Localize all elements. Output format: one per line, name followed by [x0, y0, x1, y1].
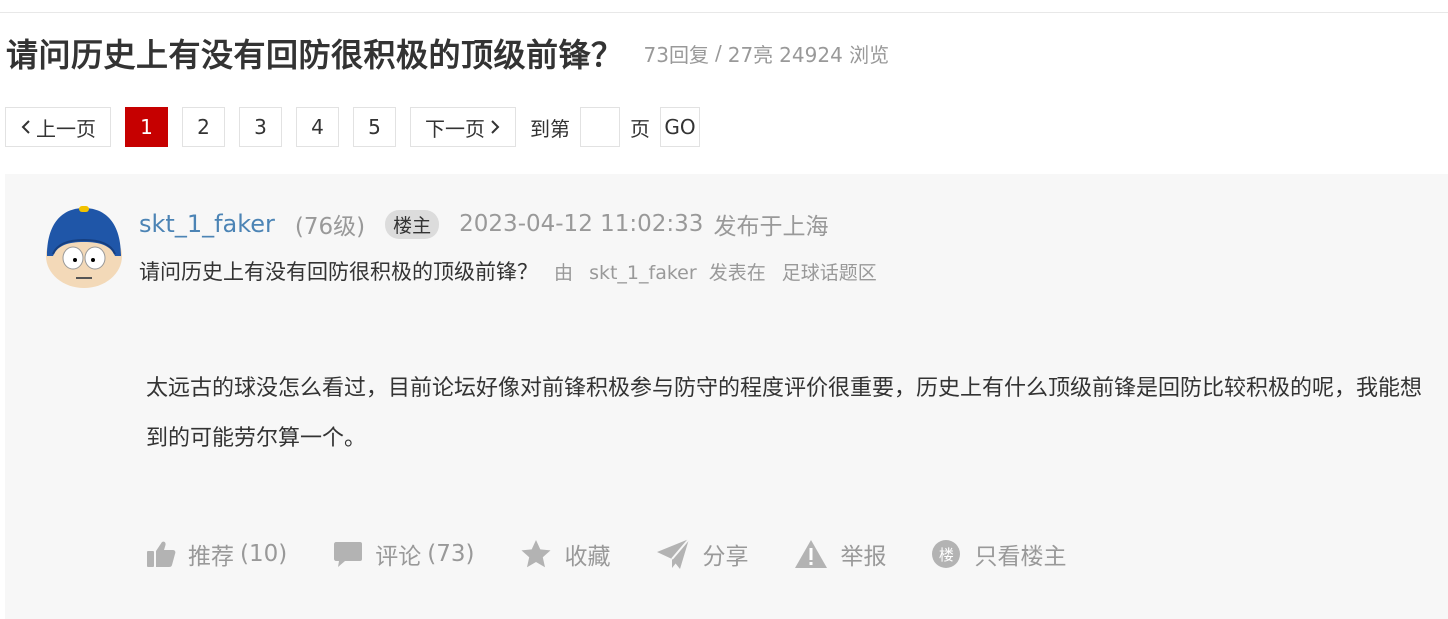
share-label: 分享	[702, 544, 749, 570]
op-only-button[interactable]: 楼 只看楼主	[932, 537, 1066, 571]
comment-label: 评论	[375, 544, 422, 570]
star-icon	[521, 540, 551, 568]
report-button[interactable]: 举报	[794, 537, 886, 571]
post-location: 发布于上海	[713, 214, 829, 240]
share-button[interactable]: 分享	[656, 537, 748, 571]
prev-page-label: 上一页	[36, 116, 96, 141]
page-number-input[interactable]	[580, 107, 620, 147]
favorite-button[interactable]: 收藏	[520, 537, 610, 571]
chevron-left-icon	[21, 120, 30, 134]
warning-icon	[795, 540, 828, 568]
thread-stats: 73回复 / 27亮 24924 浏览	[644, 39, 890, 68]
recommend-count: (10)	[240, 541, 288, 567]
posted-in-label: 发表在	[708, 261, 766, 284]
post-subtitle: 请问历史上有没有回防很积极的顶级前锋？	[139, 260, 538, 284]
favorite-label: 收藏	[564, 544, 611, 570]
recommend-label: 推荐	[188, 544, 234, 570]
thread-header: 请问历史上有没有回防很积极的顶级前锋？ 73回复 / 27亮 24924 浏览	[6, 28, 889, 78]
author-level: (76级)	[294, 214, 366, 240]
page-3-button[interactable]: 3	[239, 107, 282, 147]
share-icon	[657, 538, 691, 569]
post-meta: skt_1_faker (76级) 楼主 2023-04-12 11:02:33…	[139, 206, 828, 242]
comment-button[interactable]: 评论 (73)	[333, 537, 474, 571]
post-content: 太远古的球没怎么看过，目前论坛好像对前锋积极参与防守的程度评价很重要，历史上有什…	[146, 376, 1423, 451]
post-actions: 推荐 (10) 评论 (73) 收藏 分享 举报 楼 只看楼主	[146, 534, 1112, 574]
page-unit-label: 页	[630, 116, 650, 141]
chevron-right-icon	[491, 120, 500, 134]
view-count: 24924 浏览	[779, 42, 890, 67]
post-subheader: 请问历史上有没有回防很积极的顶级前锋？ 由 skt_1_faker 发表在 足球…	[139, 256, 887, 286]
op-badge: 楼主	[385, 209, 440, 239]
stats-separator: /	[714, 41, 722, 65]
post-panel: skt_1_faker (76级) 楼主 2023-04-12 11:02:33…	[5, 174, 1448, 619]
by-label: 由	[554, 261, 574, 284]
report-label: 举报	[840, 544, 887, 570]
reply-count: 73回复	[643, 42, 709, 67]
top-divider	[0, 12, 1448, 13]
thread-title: 请问历史上有没有回防很积极的顶级前锋？	[6, 36, 624, 74]
page-5-button[interactable]: 5	[353, 107, 396, 147]
prev-page-button[interactable]: 上一页	[5, 107, 111, 147]
page-1-button[interactable]: 1	[125, 107, 168, 147]
op-only-label: 只看楼主	[974, 544, 1067, 570]
light-count: 27亮	[727, 42, 774, 67]
next-page-button[interactable]: 下一页	[410, 107, 516, 147]
goto-label: 到第	[530, 116, 570, 141]
thumbs-up-icon	[147, 541, 176, 567]
forum-link[interactable]: 足球话题区	[782, 262, 877, 284]
post-author-link[interactable]: skt_1_faker	[589, 262, 697, 284]
page-4-button[interactable]: 4	[296, 107, 339, 147]
op-badge-icon-char: 楼	[938, 545, 954, 564]
comment-count: (73)	[427, 541, 475, 567]
avatar[interactable]	[45, 206, 123, 290]
recommend-button[interactable]: 推荐 (10)	[146, 537, 287, 571]
go-button[interactable]: GO	[660, 107, 700, 147]
post-time: 2023-04-12 11:02:33	[459, 211, 704, 237]
next-page-label: 下一页	[425, 116, 485, 141]
op-badge-icon: 楼	[932, 540, 961, 568]
pagination: 上一页 1 2 3 4 5 下一页 到第 页 GO	[5, 106, 700, 148]
author-username[interactable]: skt_1_faker	[139, 210, 275, 238]
page-2-button[interactable]: 2	[182, 107, 225, 147]
comment-icon	[334, 542, 363, 567]
post-source: 由 skt_1_faker 发表在 足球话题区	[554, 258, 887, 285]
